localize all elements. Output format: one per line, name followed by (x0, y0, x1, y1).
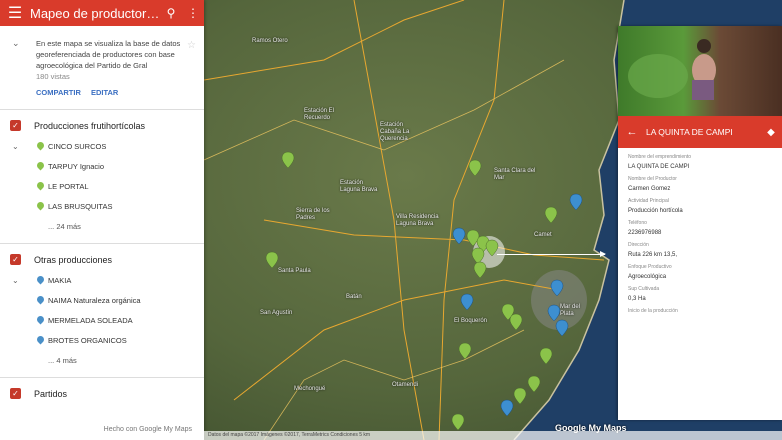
place-label: San Agustín (260, 310, 293, 316)
list-item[interactable]: MERMELADA SOLEADA (0, 311, 204, 331)
layer-header-partidos[interactable]: ✓ Partidos (0, 378, 204, 399)
place-label: Mechongué (294, 386, 326, 392)
place-label: El Boquerón (454, 318, 488, 324)
place-label: Santa Paula (278, 268, 311, 274)
top-bar: ☰ Mapeo de productores ... ⚲ ⋮ (0, 0, 204, 26)
map-pin-icon (35, 200, 46, 211)
layer-header-otras[interactable]: ✓ Otras producciones (0, 244, 204, 265)
place-label: Mar del Plata (560, 304, 581, 317)
map-pin-icon (35, 160, 46, 171)
chevron-down-icon[interactable]: ⌄ (12, 137, 19, 157)
field-label: Dirección (628, 242, 649, 248)
map-pin-icon (35, 274, 46, 285)
list-item[interactable]: LE PORTAL (0, 177, 204, 197)
field-label: Sup Cultivada (628, 286, 660, 292)
search-icon[interactable]: ⚲ (160, 6, 182, 20)
star-icon[interactable]: ☆ (187, 40, 196, 51)
map-pin-icon (35, 294, 46, 305)
actions-row: COMPARTIR EDITAR (0, 82, 204, 97)
list-item[interactable]: NAIMA Naturaleza orgánica (0, 291, 204, 311)
field-label: Inicio de la producción (628, 308, 678, 314)
card-title: LA QUINTA DE CAMPI (646, 127, 733, 137)
map-title: Mapeo de productores ... (30, 5, 160, 21)
producer-photo (618, 26, 782, 116)
layer-name: Partidos (34, 388, 68, 399)
place-label: Batán (346, 294, 362, 300)
layer-header-frutihorticolas[interactable]: ✓ Producciones frutihortícolas (0, 110, 204, 131)
more-vert-icon[interactable]: ⋮ (182, 6, 204, 20)
chevron-down-icon[interactable]: ⌄ (12, 38, 20, 49)
list-item[interactable]: LAS BRUSQUITAS (0, 197, 204, 217)
layer-checkbox[interactable]: ✓ (10, 120, 21, 131)
map-description-block: ⌄ ☆ En este mapa se visualiza la base de… (0, 26, 204, 82)
field-label: Enfoque Productivo (628, 264, 672, 270)
place-label: Santa Clara del Mar (494, 168, 536, 181)
layer-checkbox[interactable]: ✓ (10, 388, 21, 399)
item-label: TARPUY Ignacio (48, 162, 104, 171)
place-label: Villa Residencia Laguna Brava (396, 214, 439, 227)
list-item[interactable]: ⌄ CINCO SURCOS (0, 137, 204, 157)
list-item[interactable]: ⌄ MAKIA (0, 271, 204, 291)
share-link[interactable]: COMPARTIR (36, 88, 81, 97)
field-label: Teléfono (628, 220, 647, 226)
map-pin-icon (35, 140, 46, 151)
card-field: Teléfono 2236976988 (618, 214, 782, 236)
map-description: En este mapa se visualiza la base de dat… (36, 39, 181, 70)
card-field: Enfoque Productivo Agroecológica (618, 258, 782, 280)
more-items-link[interactable]: ... 24 más (0, 217, 204, 237)
item-label: MAKIA (48, 276, 72, 285)
map-pin-icon (35, 334, 46, 345)
field-label: Nombre del emprendimiento (628, 154, 692, 160)
field-label: Nombre del Productor (628, 176, 677, 182)
list-item[interactable]: BROTES ORGANICOS (0, 331, 204, 351)
edit-link[interactable]: EDITAR (91, 88, 118, 97)
more-items-link[interactable]: ... 4 más (0, 351, 204, 371)
place-label: Estación Cabaña La Querencia (380, 122, 410, 142)
place-label: Otamendi (392, 382, 419, 388)
arrow-right-icon (600, 251, 606, 257)
left-panel: ☰ Mapeo de productores ... ⚲ ⋮ ⌄ ☆ En es… (0, 0, 204, 440)
layer-name: Producciones frutihortícolas (34, 120, 146, 131)
place-label: Ramos Otero (252, 38, 288, 44)
item-label: LAS BRUSQUITAS (48, 202, 113, 211)
directions-icon[interactable]: ◆ (760, 127, 782, 138)
place-label: Estación El Recuerdo (304, 108, 335, 121)
chevron-down-icon[interactable]: ⌄ (12, 271, 19, 291)
card-field: Inicio de la producción (618, 302, 782, 314)
card-field: Dirección Ruta 226 km 13,5, (618, 236, 782, 258)
item-label: BROTES ORGANICOS (48, 336, 127, 345)
map-pin-icon (35, 180, 46, 191)
field-label: Actividad Principal (628, 198, 669, 204)
item-label: MERMELADA SOLEADA (48, 316, 133, 325)
layer-name: Otras producciones (34, 254, 113, 265)
card-field: Nombre del Productor Carmen Gomez (618, 170, 782, 192)
views-count: 180 vistas (36, 72, 70, 81)
place-label: Camet (534, 232, 552, 238)
item-label: CINCO SURCOS (48, 142, 107, 151)
layer-checkbox[interactable]: ✓ (10, 254, 21, 265)
item-label: LE PORTAL (48, 182, 89, 191)
item-label: NAIMA Naturaleza orgánica (48, 296, 141, 305)
card-field: Sup Cultivada 0,3 Ha (618, 280, 782, 302)
made-with-footer: Hecho con Google My Maps (0, 420, 204, 440)
card-header: ← LA QUINTA DE CAMPI ◆ (618, 116, 782, 148)
callout-arrow-line (497, 254, 605, 255)
map-attribution[interactable]: Datos del mapa ©2017 Imágenes ©2017, Ter… (204, 431, 782, 440)
back-arrow-icon[interactable]: ← (618, 126, 646, 138)
map-pin-icon (35, 314, 46, 325)
producer-photo-image (628, 39, 716, 100)
menu-icon[interactable]: ☰ (0, 3, 30, 23)
card-field: Actividad Principal Producción hortícola (618, 192, 782, 214)
place-detail-card: ← LA QUINTA DE CAMPI ◆ Nombre del empren… (618, 26, 782, 420)
card-field: Nombre del emprendimiento LA QUINTA DE CA… (618, 148, 782, 170)
list-item[interactable]: TARPUY Ignacio (0, 157, 204, 177)
place-label: Sierra de los Padres (296, 208, 330, 221)
place-label: Estación Laguna Brava (340, 180, 378, 193)
